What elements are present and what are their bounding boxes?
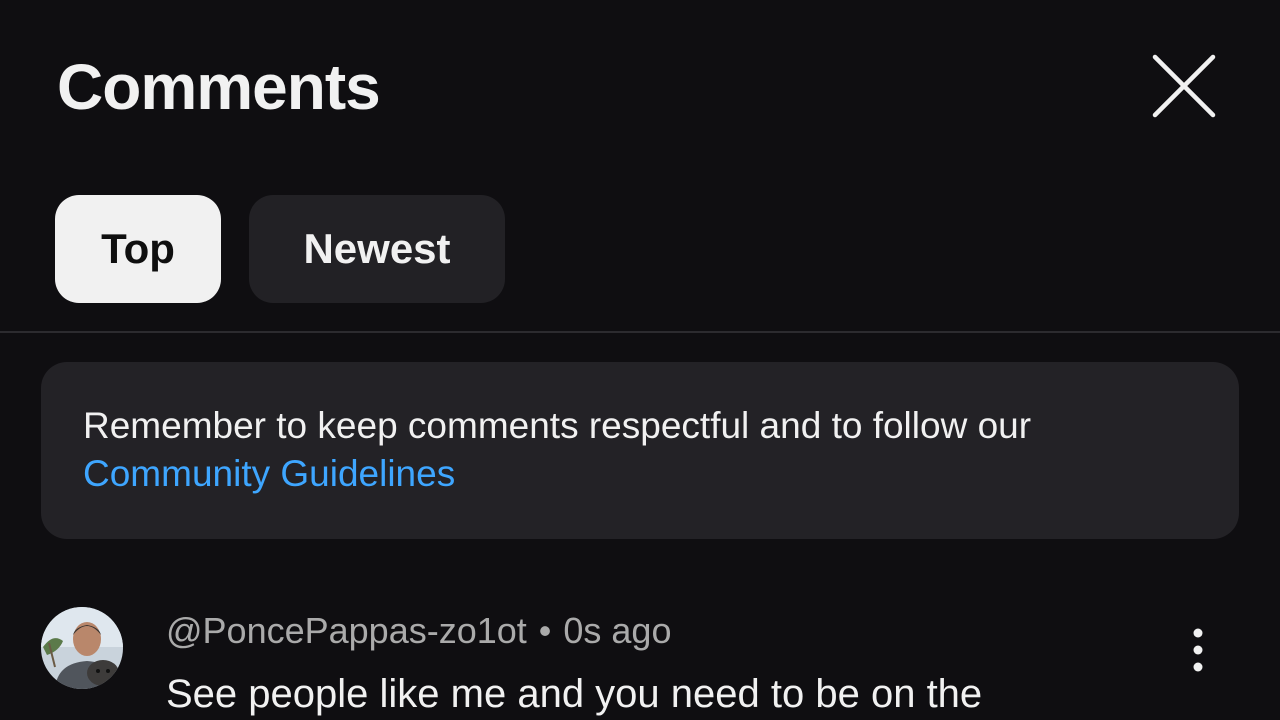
notice-text: Remember to keep comments respectful and… xyxy=(83,405,1032,446)
avatar[interactable] xyxy=(41,607,123,689)
sort-chip-top[interactable]: Top xyxy=(55,195,221,303)
guidelines-notice: Remember to keep comments respectful and… xyxy=(41,362,1239,539)
comment-author[interactable]: @PoncePappas-zo1ot xyxy=(166,610,527,651)
comment-more-button[interactable] xyxy=(1178,622,1218,678)
divider xyxy=(0,331,1280,333)
comments-panel: Comments Top Newest Remember to keep com… xyxy=(0,0,1280,720)
meta-separator: • xyxy=(538,610,552,651)
close-icon xyxy=(1152,54,1216,118)
panel-title: Comments xyxy=(57,51,381,123)
close-button[interactable] xyxy=(1144,46,1224,126)
sort-chip-newest[interactable]: Newest xyxy=(249,195,505,303)
more-vertical-icon xyxy=(1193,628,1203,672)
comment-time: 0s ago xyxy=(563,610,672,651)
community-guidelines-link[interactable]: Community Guidelines xyxy=(83,453,455,494)
comment-text: See people like me and you need to be on… xyxy=(166,672,983,716)
comment-meta: @PoncePappas-zo1ot • 0s ago xyxy=(166,610,671,652)
avatar-image xyxy=(41,607,123,689)
